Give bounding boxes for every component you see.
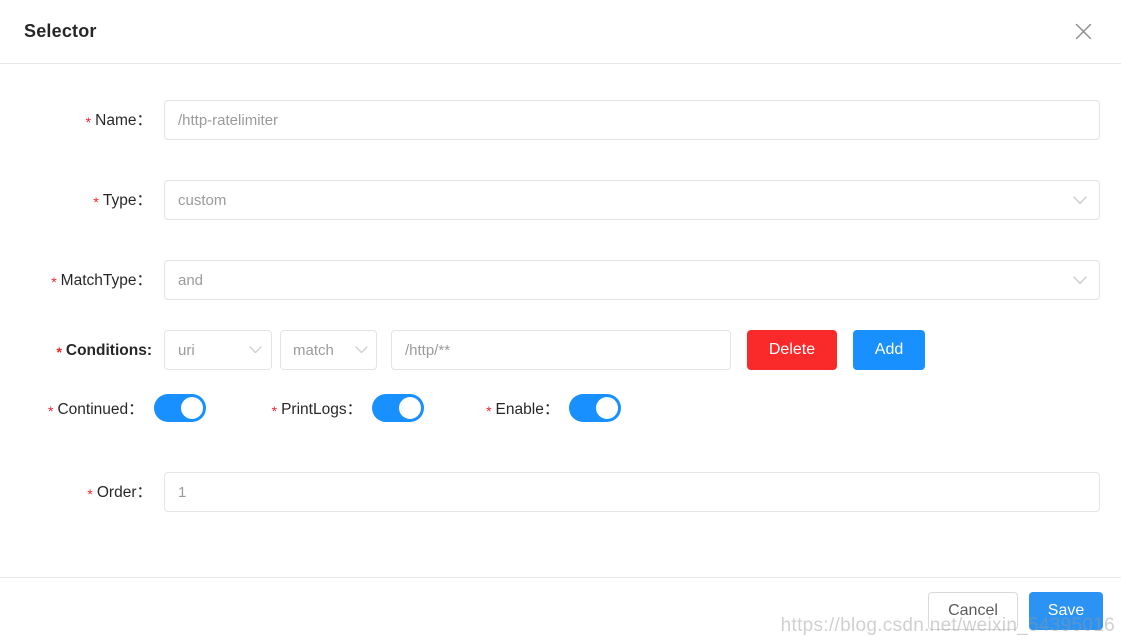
- condition-value-input[interactable]: [391, 330, 731, 370]
- label-enable: * Enable：: [486, 401, 560, 419]
- label-enable-text: Enable: [495, 401, 544, 418]
- label-conditions: * Conditions:: [56, 342, 152, 360]
- required-asterisk: *: [486, 403, 492, 419]
- type-select-value: custom: [178, 191, 227, 209]
- order-input[interactable]: [164, 472, 1100, 512]
- form-row-type: * Type： custom: [0, 180, 1121, 221]
- condition-param-value: uri: [178, 341, 195, 359]
- toggle-group-continued: * Continued：: [48, 394, 206, 422]
- toggle-knob: [180, 397, 203, 419]
- label-continued-text: Continued: [57, 401, 129, 418]
- required-asterisk: *: [56, 344, 62, 360]
- form-row-name: * Name：: [0, 100, 1121, 141]
- label-order: * Order：: [87, 484, 152, 502]
- conditions-row: uri match Delete: [164, 330, 925, 370]
- form-row-conditions: * Conditions: uri match /http/** Delete …: [0, 330, 1121, 371]
- label-order-text: Order: [96, 484, 137, 501]
- required-asterisk: *: [93, 194, 99, 210]
- condition-operator-value: match: [293, 341, 334, 359]
- chevron-down-icon: [249, 346, 262, 354]
- dialog-title: Selector: [24, 21, 97, 41]
- required-asterisk: *: [87, 486, 93, 502]
- printlogs-toggle[interactable]: [372, 394, 425, 422]
- form-row-order: * Order：: [0, 472, 1121, 513]
- control-name: [164, 100, 1100, 140]
- toggle-knob: [399, 397, 422, 419]
- control-type: custom: [164, 180, 1100, 220]
- dialog-header: Selector: [0, 0, 1121, 64]
- enable-toggle[interactable]: [569, 394, 622, 422]
- label-conditions-text: Conditions: [65, 342, 147, 359]
- type-select[interactable]: custom: [164, 180, 1100, 220]
- required-asterisk: *: [48, 403, 54, 419]
- label-name: * Name：: [85, 112, 152, 130]
- form-row-matchtype: * MatchType： and: [0, 260, 1121, 301]
- delete-condition-button[interactable]: Delete: [747, 330, 837, 370]
- control-matchtype: and: [164, 260, 1100, 300]
- selector-dialog: Selector *Name： *Type：: [0, 0, 1121, 643]
- label-matchtype-text: MatchType: [60, 272, 137, 289]
- label-printlogs: * PrintLogs：: [271, 401, 363, 419]
- label-continued: * Continued：: [48, 401, 144, 419]
- chevron-down-icon: [1073, 275, 1087, 285]
- name-input[interactable]: [164, 100, 1100, 140]
- matchtype-select[interactable]: and: [164, 260, 1100, 300]
- dialog-body: *Name： *Type： custom: [0, 64, 1121, 577]
- label-type: * Type：: [93, 192, 152, 210]
- label-matchtype: * MatchType：: [51, 272, 152, 290]
- toggle-group-enable: * Enable：: [486, 394, 622, 422]
- condition-param-select[interactable]: uri: [164, 330, 272, 370]
- add-condition-button[interactable]: Add: [853, 330, 925, 370]
- chevron-down-icon: [355, 346, 368, 354]
- save-button[interactable]: Save: [1029, 591, 1103, 630]
- condition-operator-select[interactable]: match: [280, 330, 377, 370]
- required-asterisk: *: [51, 274, 57, 290]
- required-asterisk: *: [271, 403, 278, 419]
- control-order: [164, 472, 1100, 512]
- close-button[interactable]: [1063, 12, 1103, 52]
- required-asterisk: *: [85, 114, 92, 130]
- cancel-button[interactable]: Cancel: [928, 591, 1018, 630]
- form-row-toggles: * Continued： * PrintLogs： * Enable：: [0, 394, 1121, 422]
- label-printlogs-text: PrintLogs: [281, 401, 347, 418]
- toggle-knob: [596, 397, 619, 419]
- dialog-footer: Cancel Save: [0, 577, 1121, 643]
- label-type-text: Type: [102, 192, 137, 209]
- close-icon: [1075, 23, 1092, 40]
- chevron-down-icon: [1073, 195, 1087, 205]
- label-name-text: Name: [95, 112, 137, 129]
- toggle-group-printlogs: * PrintLogs：: [271, 394, 425, 422]
- matchtype-select-value: and: [178, 271, 204, 289]
- continued-toggle[interactable]: [153, 394, 206, 422]
